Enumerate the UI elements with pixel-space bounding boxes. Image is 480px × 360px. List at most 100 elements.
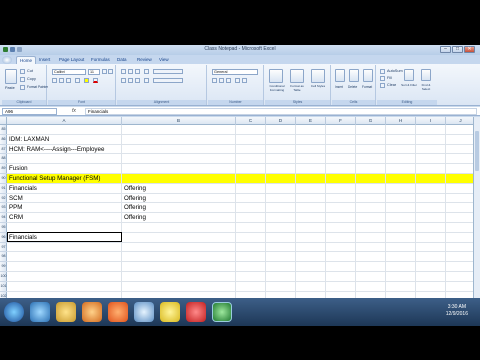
office-button-icon[interactable] [2, 56, 12, 64]
font-size-select[interactable]: 11 [88, 69, 100, 75]
row-header[interactable]: 87 [0, 145, 7, 155]
row-header[interactable]: 99 [0, 262, 7, 272]
row-header[interactable]: 97 [0, 243, 7, 253]
cut-label[interactable]: Cut [27, 69, 33, 73]
row-header[interactable]: 94 [0, 213, 7, 223]
cell-b[interactable]: Offering [123, 184, 146, 194]
tab-insert[interactable]: Insert [36, 56, 53, 64]
row-header[interactable]: 85 [0, 125, 7, 135]
row-header[interactable]: 90 [0, 174, 7, 184]
format-painter-label[interactable]: Format Painter [27, 85, 48, 89]
fill-label[interactable]: Fill [387, 76, 392, 80]
row-header[interactable]: 100 [0, 272, 7, 282]
comma-icon[interactable] [226, 78, 231, 83]
column-header-b[interactable]: B [122, 117, 236, 125]
name-box[interactable]: A96 [2, 108, 57, 115]
insert-cells-icon[interactable] [335, 69, 345, 82]
minimize-button[interactable]: – [440, 46, 451, 53]
column-header-g[interactable]: G [356, 117, 386, 125]
tab-review[interactable]: Review [134, 56, 155, 64]
scroll-thumb[interactable] [475, 131, 479, 171]
formula-input[interactable]: Financials [85, 108, 477, 115]
row-header[interactable]: 88 [0, 154, 7, 165]
cell-a[interactable]: HCM: RAM<----Assign---Employee [8, 145, 104, 155]
cell-b[interactable]: Offering [123, 194, 146, 204]
cell-styles-icon[interactable] [311, 69, 325, 83]
cut-icon[interactable] [20, 69, 25, 74]
clear-label[interactable]: Clear [387, 83, 396, 87]
row-header[interactable]: 91 [0, 184, 7, 194]
number-format-select[interactable]: General [212, 69, 258, 75]
selected-cell[interactable] [7, 232, 122, 243]
borders-icon[interactable] [75, 78, 80, 83]
font-name-select[interactable]: Calibri [52, 69, 86, 75]
orientation-icon[interactable] [144, 69, 149, 74]
format-as-table-icon[interactable] [290, 69, 304, 83]
row-header[interactable]: 96 [0, 233, 7, 243]
internet-explorer-icon[interactable] [30, 302, 50, 322]
grow-font-icon[interactable] [102, 69, 107, 74]
tab-formulas[interactable]: Formulas [88, 56, 113, 64]
format-cells-icon[interactable] [363, 69, 373, 82]
shrink-font-icon[interactable] [108, 69, 113, 74]
tab-page-layout[interactable]: Page Layout [56, 56, 87, 64]
column-header-d[interactable]: D [266, 117, 296, 125]
fill-color-icon[interactable] [84, 78, 89, 83]
tab-view[interactable]: View [156, 56, 172, 64]
firefox-icon[interactable] [108, 302, 128, 322]
start-button-icon[interactable] [4, 302, 24, 322]
autosum-icon[interactable] [380, 69, 385, 74]
row-header[interactable]: 92 [0, 194, 7, 204]
cell-a[interactable]: Financials [8, 184, 37, 194]
tab-data[interactable]: Data [114, 56, 130, 64]
paste-icon[interactable] [5, 69, 17, 84]
underline-icon[interactable] [66, 78, 71, 83]
column-header-f[interactable]: F [326, 117, 356, 125]
merge-center-icon[interactable] [153, 78, 183, 83]
autosum-label[interactable]: AutoSum [387, 69, 403, 73]
copy-icon[interactable] [20, 77, 25, 82]
system-clock[interactable]: 3:30 AM 12/9/2016 [446, 304, 468, 318]
font-color-icon[interactable] [93, 78, 98, 83]
clear-icon[interactable] [380, 83, 385, 88]
cell-a[interactable]: PPM [8, 203, 22, 213]
decrease-decimal-icon[interactable] [242, 78, 247, 83]
cell-b[interactable]: Offering [123, 203, 146, 213]
select-all-button[interactable] [0, 117, 7, 125]
vertical-scrollbar[interactable] [473, 117, 480, 302]
align-bottom-icon[interactable] [135, 69, 140, 74]
percent-icon[interactable] [219, 78, 224, 83]
row-header[interactable]: 86 [0, 135, 7, 145]
align-right-icon[interactable] [135, 78, 140, 83]
bold-icon[interactable] [52, 78, 57, 83]
app-icon[interactable] [134, 302, 154, 322]
cell-grid[interactable]: IDM: LAXMAN HCM: RAM<----Assign---Employe… [7, 125, 473, 302]
row-header[interactable]: 95 [0, 223, 7, 233]
row-header[interactable]: 93 [0, 203, 7, 214]
format-painter-icon[interactable] [20, 85, 25, 90]
cell-a[interactable]: SCM [8, 194, 23, 204]
find-select-icon[interactable] [421, 69, 431, 81]
align-center-icon[interactable] [128, 78, 133, 83]
align-middle-icon[interactable] [128, 69, 133, 74]
align-left-icon[interactable] [121, 78, 126, 83]
recorder-icon[interactable] [186, 302, 206, 322]
cell-b[interactable]: Offering [123, 213, 146, 223]
currency-icon[interactable] [212, 78, 217, 83]
cell-a[interactable]: IDM: LAXMAN [8, 135, 49, 145]
increase-decimal-icon[interactable] [235, 78, 240, 83]
insert-function-icon[interactable]: fx [72, 108, 76, 114]
cell-a[interactable]: CRM [8, 213, 23, 223]
delete-cells-icon[interactable] [349, 69, 359, 82]
column-header-c[interactable]: C [236, 117, 266, 125]
excel-taskbar-icon[interactable] [212, 302, 232, 322]
row-header[interactable]: 101 [0, 282, 7, 292]
italic-icon[interactable] [59, 78, 64, 83]
maximize-button[interactable]: □ [452, 46, 463, 53]
column-header-h[interactable]: H [386, 117, 416, 125]
row-header[interactable]: 89 [0, 164, 7, 174]
fill-icon[interactable] [380, 76, 385, 81]
align-top-icon[interactable] [121, 69, 126, 74]
column-header-i[interactable]: I [416, 117, 446, 125]
media-player-icon[interactable] [82, 302, 102, 322]
